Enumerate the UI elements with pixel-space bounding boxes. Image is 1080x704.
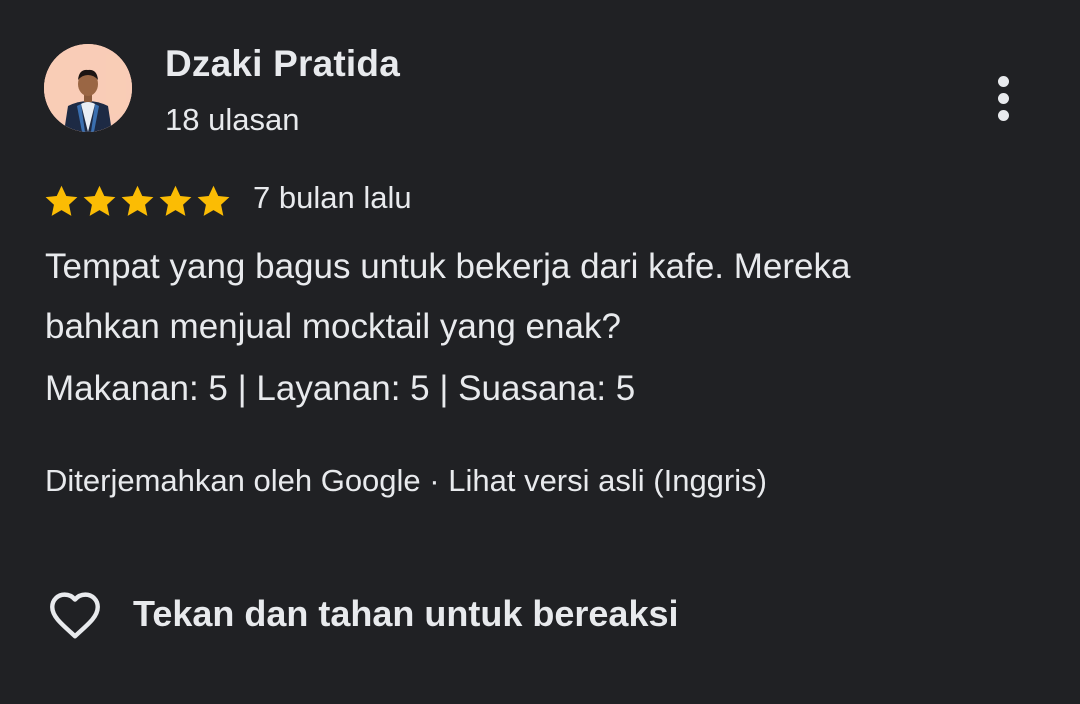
translation-notice: Diterjemahkan oleh Google · Lihat versi … [45,463,767,499]
more-vert-icon-dot [998,110,1009,121]
see-original-link[interactable]: Lihat versi asli (Inggris) [448,463,767,498]
star-icon [197,185,230,216]
author-review-count[interactable]: 18 ulasan [165,102,299,138]
star-icon [83,185,116,216]
react-button[interactable]: Tekan dan tahan untuk bereaksi [44,582,678,646]
author-avatar[interactable] [44,44,132,132]
review-card: Dzaki Pratida 18 ulasan 7 bulan lalu Tem… [0,0,1080,696]
avatar-photo [44,44,132,132]
react-label: Tekan dan tahan untuk bereaksi [133,593,679,634]
star-rating [43,183,232,223]
translated-by-label: Diterjemahkan oleh Google [45,463,421,498]
star-icon [45,185,78,216]
review-text-line: bahkan menjual mocktail yang enak? [45,307,621,346]
author-name[interactable]: Dzaki Pratida [165,43,400,85]
star-icon [121,185,154,216]
separator: · [420,463,449,498]
more-vert-icon-dot [998,93,1009,104]
review-text-line: Tempat yang bagus untuk bekerja dari kaf… [45,247,851,286]
more-options-button[interactable] [984,70,1024,122]
star-icon [159,185,192,216]
review-time: 7 bulan lalu [253,180,412,215]
heart-outline-icon [50,592,100,639]
aspect-ratings: Makanan: 5 | Layanan: 5 | Suasana: 5 [45,369,636,408]
review-text: Tempat yang bagus untuk bekerja dari kaf… [45,237,1045,357]
more-vert-icon [998,76,1009,87]
